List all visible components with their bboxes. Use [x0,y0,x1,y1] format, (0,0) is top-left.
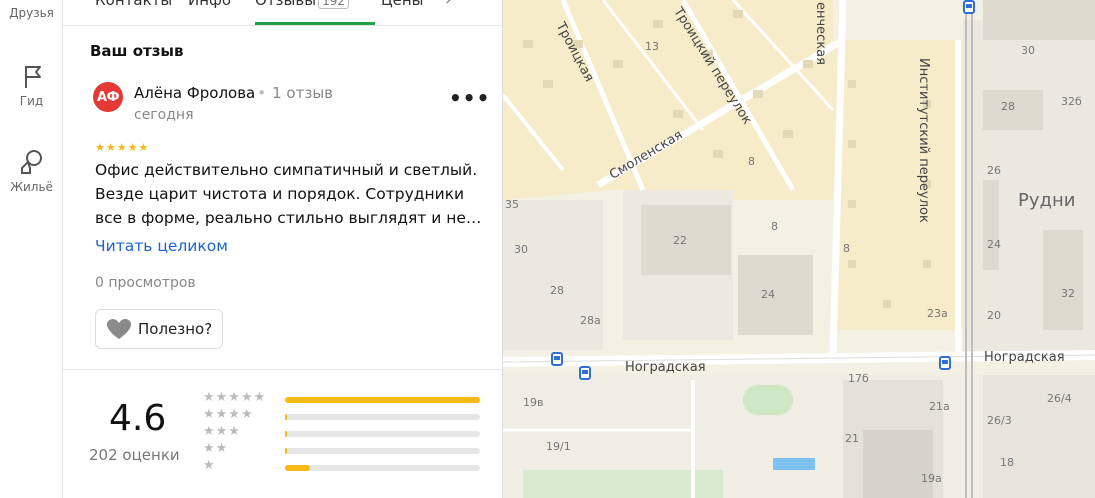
useful-label: Полезно? [138,320,213,338]
distribution-bar-fill [285,465,311,471]
house-number: 28 [1001,100,1015,113]
distribution-stars: ★★★★★ [203,390,267,405]
bus-stop-icon[interactable] [551,352,563,366]
your-review-title: Ваш отзыв [90,42,184,60]
house-number: 19в [523,396,544,409]
rating-value: 4.6 [109,398,167,439]
house-number: 17б [848,372,869,385]
tabs-more-icon[interactable]: › [445,0,451,9]
distribution-bar-track [285,414,480,420]
left-rail: Друзья Гид Жильё [0,0,63,498]
house-number: 22 [673,234,687,247]
house-number: 24 [987,238,1001,251]
reviews-count-badge: 192 [318,0,349,9]
more-options-icon[interactable]: ••• [449,86,490,110]
distribution-bar-track [285,465,480,471]
house-key-icon [20,150,42,174]
house-number: 24 [761,288,775,301]
street-institutsky-lane[interactable]: Институтский переулок [916,58,931,223]
rail-item-housing-label: Жильё [10,180,53,194]
distribution-bar-fill [285,431,287,437]
house-number: 8 [843,242,850,255]
house-number: 21 [845,432,859,445]
distribution-bar-track [285,431,480,437]
house-number: 32 [1061,287,1075,300]
house-number: 35 [505,198,519,211]
map-view[interactable]: Троицкая Троицкий переулок Смоленская ен… [503,0,1095,498]
street-nogradskaya-west[interactable]: Ноградская [625,360,706,375]
house-number: 18 [1000,456,1014,469]
tab-info[interactable]: Инфо [188,0,231,9]
house-number: 32б [1061,95,1082,108]
distribution-bar-track [285,448,480,454]
bus-stop-icon[interactable] [963,0,975,14]
review-text: Офис действительно симпатичный и светлый… [95,161,482,227]
house-number: 26/3 [987,414,1012,427]
rail-item-friends[interactable]: Друзья [0,6,63,20]
rail-item-guide-label: Гид [19,94,44,108]
active-tab-indicator [255,22,375,25]
tab-prices[interactable]: Цены [381,0,424,9]
distribution-bar-fill [285,397,480,403]
bus-stop-icon[interactable] [939,356,951,370]
distribution-bar-fill [285,448,287,454]
tabs-bar: Контакты Инфо Отзывы192 Цены › [63,0,502,26]
street-nogradskaya-east[interactable]: Ноградская [984,350,1065,365]
house-number: 13 [645,40,659,53]
house-number: 23а [927,307,948,320]
bus-stop-icon[interactable] [579,366,591,380]
house-number: 19/1 [546,440,571,453]
avatar[interactable]: АФ [93,82,123,112]
heart-icon [107,319,131,339]
house-number: 26 [987,164,1001,177]
street-entseskaya[interactable]: енческая [813,2,828,65]
district-label: Рудни [1018,190,1076,211]
author-reviews-count: 1 отзыв [272,84,334,102]
house-number: 8 [771,220,778,233]
distribution-stars: ★★★★ [203,407,254,422]
distribution-bar-fill [285,414,287,420]
views-count: 0 просмотров [95,275,196,291]
house-number: 30 [514,243,528,256]
rail-item-housing[interactable]: Жильё [0,148,63,194]
section-divider [63,369,502,370]
house-number: 28а [580,314,601,327]
distribution-stars: ★★★ [203,424,241,439]
house-number: 28 [550,284,564,297]
author-name[interactable]: Алёна Фролова [134,84,255,102]
flag-icon [24,66,41,88]
house-number: 19а [921,472,942,485]
house-number: 30 [1021,44,1035,57]
tab-reviews-label: Отзывы [255,0,317,9]
app-root: Друзья Гид Жильё Контакты Инфо Отзывы 192… [0,0,1095,498]
review-date: сегодня [134,107,194,123]
distribution-stars: ★★ [203,441,229,456]
house-number: 26/4 [1047,392,1072,405]
tab-reviews[interactable]: Отзывы 192 [255,0,349,9]
review-stars: ★★★★★ [95,141,150,154]
org-panel: Контакты Инфо Отзывы192 Цены › Ваш отзыв… [63,0,503,498]
rating-count: 202 оценки [89,446,180,464]
read-more-link[interactable]: Читать целиком [95,237,228,255]
distribution-bar-track [285,397,480,403]
tab-contacts[interactable]: Контакты [95,0,172,9]
house-number: 21а [929,400,950,413]
rail-item-guide[interactable]: Гид [0,62,63,108]
distribution-stars: ★ [203,458,216,473]
rail-item-friends-label: Друзья [9,6,54,20]
separator-dot: • [257,84,267,102]
useful-button[interactable]: Полезно? [95,309,223,349]
house-number: 20 [987,309,1001,322]
review-author-line: Алёна Фролова • 1 отзыв [134,84,333,102]
house-number: 8 [748,155,755,168]
